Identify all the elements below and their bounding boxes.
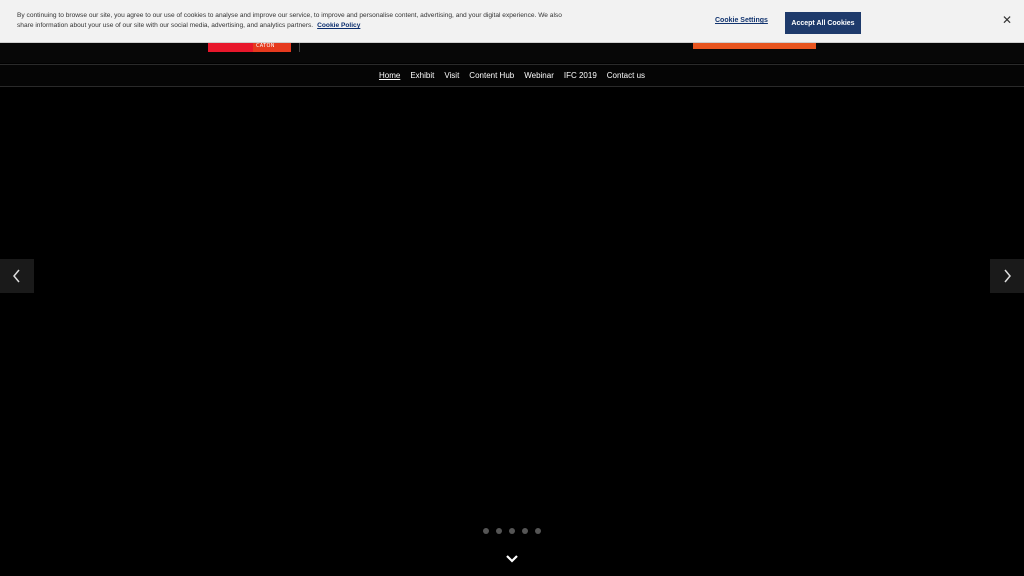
- cookie-policy-link[interactable]: Cookie Policy: [317, 22, 360, 29]
- nav-item-ifc-2019[interactable]: IFC 2019: [564, 71, 597, 80]
- chevron-left-icon: [13, 269, 20, 283]
- nav-item-content-hub[interactable]: Content Hub: [469, 71, 514, 80]
- carousel-dot[interactable]: [483, 528, 489, 534]
- carousel-prev-button[interactable]: [0, 259, 34, 293]
- cookie-banner-text: By continuing to browse our site, you ag…: [17, 11, 577, 31]
- nav-item-contact-us[interactable]: Contact us: [607, 71, 645, 80]
- nav-item-home[interactable]: Home: [379, 71, 400, 80]
- carousel-dot[interactable]: [535, 528, 541, 534]
- carousel-dots: [483, 528, 541, 534]
- main-nav: Home Exhibit Visit Content Hub Webinar I…: [0, 64, 1024, 87]
- nav-item-exhibit[interactable]: Exhibit: [410, 71, 434, 80]
- cookie-message: By continuing to browse our site, you ag…: [17, 12, 562, 29]
- carousel-next-button[interactable]: [990, 259, 1024, 293]
- nav-item-webinar[interactable]: Webinar: [524, 71, 554, 80]
- carousel-dot[interactable]: [496, 528, 502, 534]
- nav-item-visit[interactable]: Visit: [444, 71, 459, 80]
- chevron-right-icon: [1004, 269, 1011, 283]
- accept-all-cookies-button[interactable]: Accept All Cookies: [785, 12, 861, 34]
- carousel-dot[interactable]: [509, 528, 515, 534]
- carousel-dot[interactable]: [522, 528, 528, 534]
- cookie-settings-link[interactable]: Cookie Settings: [715, 17, 768, 24]
- cookie-banner: By continuing to browse our site, you ag…: [0, 0, 1024, 43]
- close-icon[interactable]: ✕: [1000, 13, 1014, 27]
- chevron-down-icon[interactable]: [505, 552, 519, 566]
